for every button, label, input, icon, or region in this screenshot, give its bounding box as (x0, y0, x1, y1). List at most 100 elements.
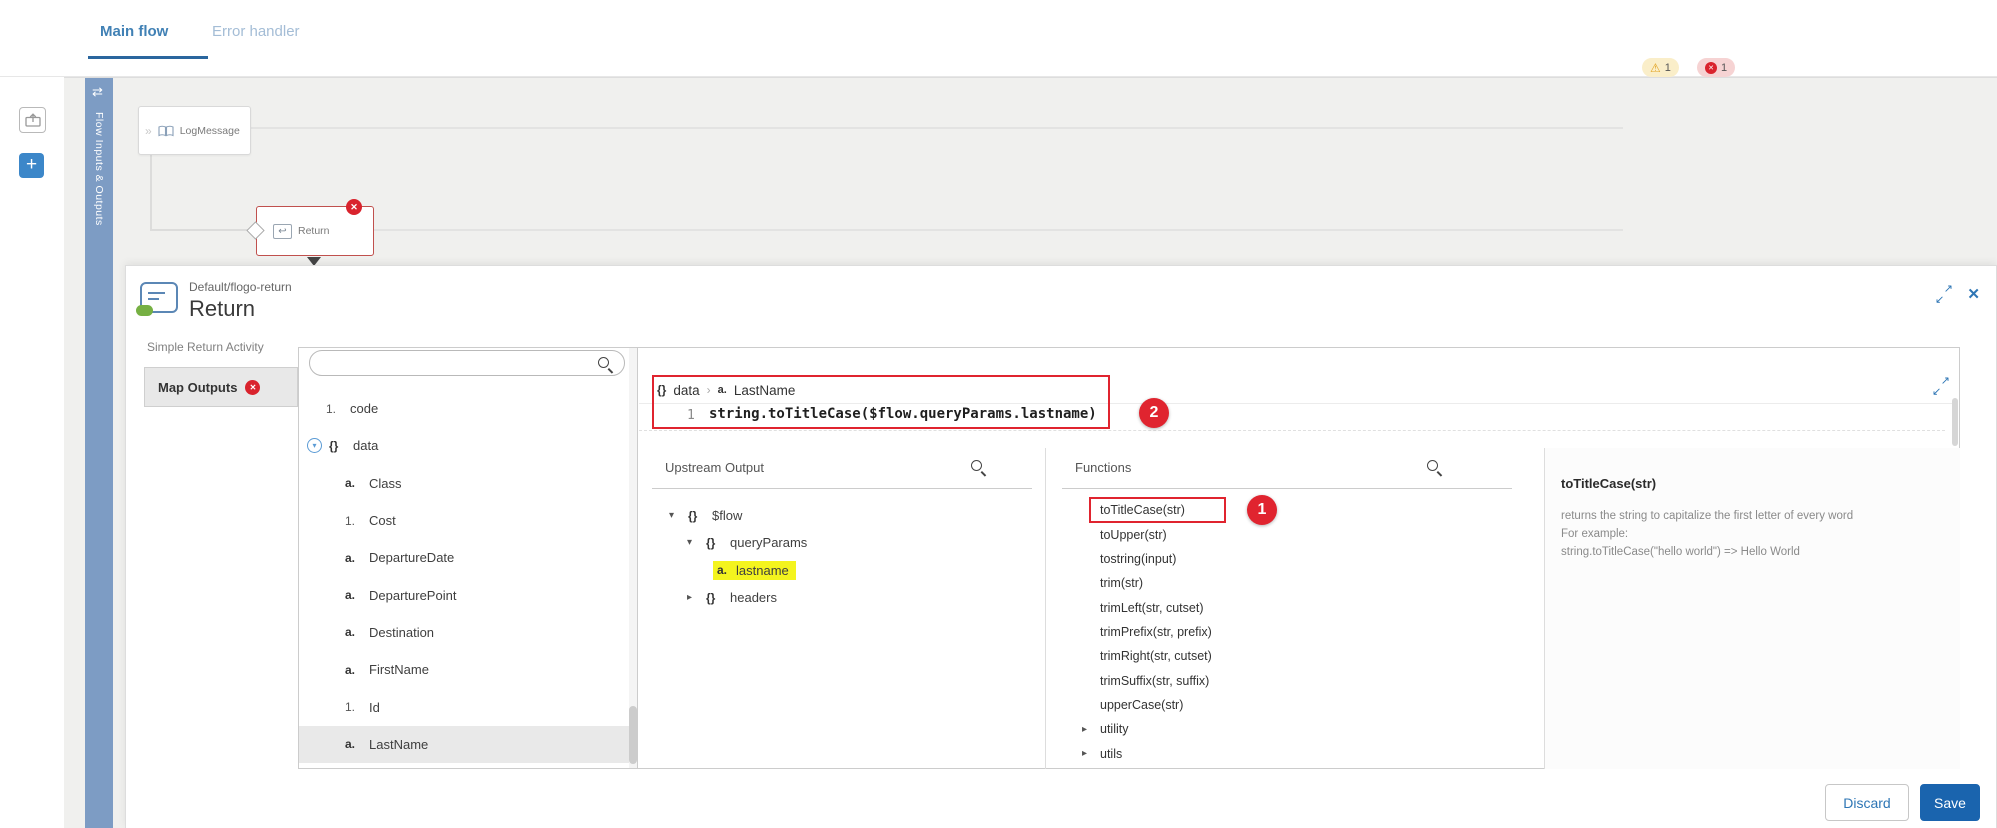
output-field-data[interactable]: ▾ {} data (299, 427, 630, 464)
warning-count: 1 (1665, 62, 1671, 74)
connector-line (251, 127, 1623, 129)
save-button[interactable]: Save (1920, 784, 1980, 821)
function-trim[interactable]: trim(str) (1045, 571, 1543, 595)
activity-panel: Default/flogo-return Return Simple Retur… (125, 265, 1997, 828)
log-icon (158, 125, 174, 137)
node-logmessage[interactable]: » LogMessage (138, 106, 251, 155)
output-tree-column: 1. code ▾ {} data a. Class 1. Cost (299, 348, 638, 768)
functions-search-icon[interactable] (1427, 460, 1441, 474)
number-type-icon: 1. (345, 514, 362, 528)
tab-main-flow[interactable]: Main flow (100, 23, 168, 40)
map-outputs-error-badge: ✕ (245, 380, 260, 395)
map-outputs-label: Map Outputs (158, 380, 237, 395)
object-type-icon: {} (688, 509, 705, 523)
node-return[interactable]: ↩ Return ✕ (256, 206, 374, 256)
open-window-icon (25, 113, 41, 127)
tree-scrollbar (629, 348, 637, 768)
connector-line (374, 229, 1623, 231)
function-label: tostring(input) (1100, 552, 1176, 566)
function-trimright[interactable]: trimRight(str, cutset) (1045, 644, 1543, 668)
string-type-icon: a. (345, 476, 362, 490)
flow-io-label: Flow Inputs & Outputs (93, 112, 105, 226)
section-divider (1062, 488, 1512, 489)
output-field-class[interactable]: a. Class (299, 465, 630, 502)
error-count: 1 (1721, 62, 1727, 74)
editor-expand-icon[interactable] (1933, 378, 1949, 394)
output-field-destination[interactable]: a. Destination (299, 614, 630, 651)
function-toupper[interactable]: toUpper(str) (1045, 522, 1543, 546)
node-error-badge: ✕ (346, 199, 362, 215)
field-label: DepartureDate (369, 550, 454, 565)
field-label: FirstName (369, 662, 429, 677)
flogo-badge-icon (136, 305, 153, 316)
output-field-id[interactable]: 1. Id (299, 688, 630, 725)
chevron-right-icon[interactable]: ▸ (687, 592, 699, 603)
chevron-down-icon[interactable]: ▾ (687, 537, 699, 548)
annotation-step-2: 2 (1139, 398, 1169, 428)
string-type-icon: a. (717, 563, 730, 577)
flow-panel-icon[interactable] (19, 107, 46, 133)
chevron-down-icon[interactable]: ▾ (669, 510, 681, 521)
function-list: toTitleCase(str) toUpper(str) tostring(i… (1045, 498, 1543, 766)
collapse-icon[interactable]: ▾ (307, 438, 322, 453)
output-field-cost[interactable]: 1. Cost (299, 502, 630, 539)
node-label: LogMessage (180, 125, 240, 137)
output-field-departurepoint[interactable]: a. DeparturePoint (299, 576, 630, 613)
function-label: toUpper(str) (1100, 528, 1167, 542)
output-field-firstname[interactable]: a. FirstName (299, 651, 630, 688)
flow-io-sidebar[interactable]: ⇄ Flow Inputs & Outputs (85, 78, 113, 828)
top-bar: Main flow Error handler ⚠ 1 ✕ 1 (0, 0, 1997, 77)
upstream-item-flow[interactable]: ▾ {} $flow (639, 502, 1039, 529)
upstream-item-queryparams[interactable]: ▾ {} queryParams (639, 529, 1039, 556)
chevron-right-icon[interactable]: ▸ (1082, 748, 1094, 759)
function-group-utils[interactable]: ▸ utils (1045, 741, 1543, 765)
string-type-icon: a. (345, 663, 362, 677)
return-activity-icon (140, 282, 178, 313)
upstream-label: queryParams (730, 535, 807, 550)
string-type-icon: a. (345, 625, 362, 639)
map-outputs-tab[interactable]: Map Outputs ✕ (144, 367, 298, 407)
string-type-icon: a. (345, 551, 362, 565)
function-label: trimSuffix(str, suffix) (1100, 674, 1209, 688)
function-label: trimLeft(str, cutset) (1100, 601, 1204, 615)
function-label: utility (1100, 722, 1128, 736)
add-button[interactable]: + (19, 153, 44, 178)
output-field-lastname[interactable]: a. LastName (299, 726, 630, 763)
field-label: DeparturePoint (369, 588, 456, 603)
function-trimleft[interactable]: trimLeft(str, cutset) (1045, 595, 1543, 619)
upstream-item-lastname[interactable]: a. lastname (639, 557, 1039, 584)
error-count-badge[interactable]: ✕ 1 (1697, 58, 1735, 77)
function-tostring[interactable]: tostring(input) (1045, 547, 1543, 571)
activity-breadcrumb: Default/flogo-return (189, 280, 292, 294)
function-trimsuffix[interactable]: trimSuffix(str, suffix) (1045, 668, 1543, 692)
warning-count-badge[interactable]: ⚠ 1 (1642, 58, 1679, 77)
panel-close-icon[interactable]: ✕ (1967, 285, 1980, 303)
docs-title: toTitleCase(str) (1561, 476, 1940, 491)
upstream-search-icon[interactable] (971, 460, 985, 474)
node-label: Return (298, 225, 330, 237)
upstream-tree: ▾ {} $flow ▾ {} queryParams a. lastname (639, 502, 1039, 611)
tab-error-handler[interactable]: Error handler (212, 23, 300, 40)
upstream-item-headers[interactable]: ▸ {} headers (639, 584, 1039, 611)
upstream-label: $flow (712, 508, 742, 523)
output-field-departuredate[interactable]: a. DepartureDate (299, 539, 630, 576)
function-uppercase[interactable]: upperCase(str) (1045, 693, 1543, 717)
tree-scrollbar-thumb[interactable] (629, 706, 637, 764)
output-search-input[interactable] (322, 352, 592, 374)
mapper-area: 1. code ▾ {} data a. Class 1. Cost (298, 347, 1960, 769)
upstream-label: lastname (736, 563, 789, 578)
function-label: upperCase(str) (1100, 698, 1183, 712)
panel-expand-icon[interactable] (1936, 286, 1952, 302)
function-trimprefix[interactable]: trimPrefix(str, prefix) (1045, 620, 1543, 644)
field-label: LastName (369, 737, 428, 752)
output-tree: 1. code ▾ {} data a. Class 1. Cost (299, 390, 630, 763)
upstream-label: headers (730, 590, 777, 605)
output-field-code[interactable]: 1. code (299, 390, 630, 427)
output-search-box (309, 350, 625, 376)
function-group-utility[interactable]: ▸ utility (1045, 717, 1543, 741)
editor-scrollbar-thumb[interactable] (1952, 398, 1958, 446)
discard-button[interactable]: Discard (1825, 784, 1909, 821)
object-type-icon: {} (706, 591, 723, 605)
active-tab-underline (88, 56, 208, 59)
chevron-right-icon[interactable]: ▸ (1082, 724, 1094, 735)
